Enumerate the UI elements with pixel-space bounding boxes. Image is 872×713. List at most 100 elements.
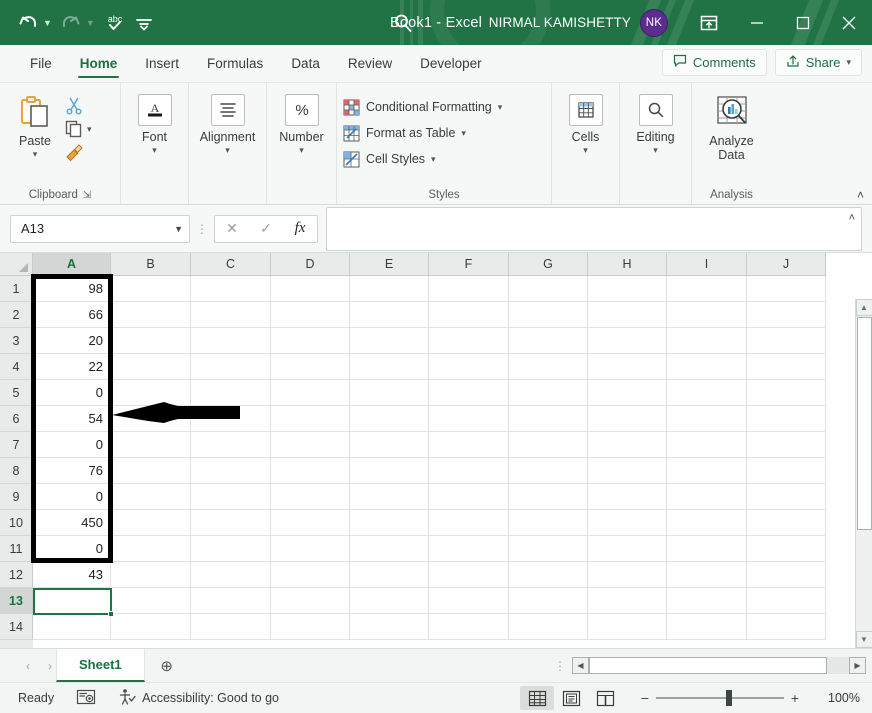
cell-e6[interactable] bbox=[350, 406, 429, 432]
cell-a12[interactable]: 43 bbox=[33, 562, 111, 588]
cell-f9[interactable] bbox=[429, 484, 509, 510]
row-header-8[interactable]: 8 bbox=[0, 458, 33, 484]
row-header-3[interactable]: 3 bbox=[0, 328, 33, 354]
cell-f7[interactable] bbox=[429, 432, 509, 458]
cell-d2[interactable] bbox=[271, 302, 350, 328]
cell-i7[interactable] bbox=[667, 432, 747, 458]
cell-b14[interactable] bbox=[111, 614, 191, 640]
chevron-down-icon[interactable]: ▼ bbox=[174, 224, 183, 234]
format-painter-button[interactable] bbox=[64, 142, 92, 164]
cell-i4[interactable] bbox=[667, 354, 747, 380]
cell-i10[interactable] bbox=[667, 510, 747, 536]
cell-h8[interactable] bbox=[588, 458, 667, 484]
cell-g13[interactable] bbox=[509, 588, 588, 614]
avatar[interactable]: NK bbox=[640, 8, 668, 37]
cell-a5[interactable]: 0 bbox=[33, 380, 111, 406]
cell-f4[interactable] bbox=[429, 354, 509, 380]
tab-review[interactable]: Review bbox=[334, 45, 406, 82]
select-all-button[interactable] bbox=[0, 253, 33, 276]
cell-a14[interactable] bbox=[33, 614, 111, 640]
cell-b12[interactable] bbox=[111, 562, 191, 588]
column-header-g[interactable]: G bbox=[509, 253, 588, 276]
cell-b4[interactable] bbox=[111, 354, 191, 380]
minimize-button[interactable] bbox=[734, 0, 780, 45]
cell-d13[interactable] bbox=[271, 588, 350, 614]
cell-a9[interactable]: 0 bbox=[33, 484, 111, 510]
cell-b8[interactable] bbox=[111, 458, 191, 484]
cell-g4[interactable] bbox=[509, 354, 588, 380]
cell-c10[interactable] bbox=[191, 510, 271, 536]
tab-formulas[interactable]: Formulas bbox=[193, 45, 277, 82]
cell-i12[interactable] bbox=[667, 562, 747, 588]
zoom-slider-thumb[interactable] bbox=[726, 690, 732, 706]
cell-j4[interactable] bbox=[747, 354, 826, 380]
copy-button[interactable]: ▾ bbox=[64, 118, 92, 140]
row-header-4[interactable]: 4 bbox=[0, 354, 33, 380]
ribbon-display-options-icon[interactable] bbox=[684, 0, 734, 45]
column-header-i[interactable]: I bbox=[667, 253, 747, 276]
number-button[interactable]: % Number ▾ bbox=[273, 90, 330, 155]
cell-g3[interactable] bbox=[509, 328, 588, 354]
cell-f3[interactable] bbox=[429, 328, 509, 354]
cell-i14[interactable] bbox=[667, 614, 747, 640]
cell-e8[interactable] bbox=[350, 458, 429, 484]
cell-a13[interactable] bbox=[33, 588, 111, 614]
next-sheet-button[interactable]: › bbox=[48, 659, 52, 673]
cell-h2[interactable] bbox=[588, 302, 667, 328]
cell-b5[interactable] bbox=[111, 380, 191, 406]
column-header-e[interactable]: E bbox=[350, 253, 429, 276]
cell-d8[interactable] bbox=[271, 458, 350, 484]
cell-h6[interactable] bbox=[588, 406, 667, 432]
cut-button[interactable] bbox=[64, 94, 92, 116]
cell-g10[interactable] bbox=[509, 510, 588, 536]
column-header-f[interactable]: F bbox=[429, 253, 509, 276]
cell-a11[interactable]: 0 bbox=[33, 536, 111, 562]
cell-i2[interactable] bbox=[667, 302, 747, 328]
cell-a2[interactable]: 66 bbox=[33, 302, 111, 328]
row-header-9[interactable]: 9 bbox=[0, 484, 33, 510]
cell-a8[interactable]: 76 bbox=[33, 458, 111, 484]
enter-formula-button[interactable]: ✓ bbox=[249, 216, 283, 242]
scroll-left-button[interactable]: ◀ bbox=[572, 657, 589, 674]
chevron-down-icon[interactable]: ▾ bbox=[33, 149, 38, 159]
cells-button[interactable]: Cells ▾ bbox=[558, 90, 613, 155]
tab-developer[interactable]: Developer bbox=[406, 45, 496, 82]
cell-c2[interactable] bbox=[191, 302, 271, 328]
cell-j14[interactable] bbox=[747, 614, 826, 640]
cell-e14[interactable] bbox=[350, 614, 429, 640]
previous-sheet-button[interactable]: ‹ bbox=[26, 659, 30, 673]
analyze-data-button[interactable]: Analyze Data bbox=[698, 90, 765, 162]
chevron-down-icon[interactable]: ▾ bbox=[87, 124, 92, 135]
cell-c5[interactable] bbox=[191, 380, 271, 406]
search-icon[interactable] bbox=[388, 8, 418, 38]
cell-e4[interactable] bbox=[350, 354, 429, 380]
cell-e13[interactable] bbox=[350, 588, 429, 614]
cell-b1[interactable] bbox=[111, 276, 191, 302]
chevron-down-icon[interactable]: ▾ bbox=[498, 102, 503, 113]
cell-d14[interactable] bbox=[271, 614, 350, 640]
chevron-down-icon[interactable]: ▾ bbox=[461, 128, 466, 139]
cell-f14[interactable] bbox=[429, 614, 509, 640]
cell-b13[interactable] bbox=[111, 588, 191, 614]
cell-i1[interactable] bbox=[667, 276, 747, 302]
alignment-button[interactable]: Alignment ▾ bbox=[195, 90, 260, 155]
font-button[interactable]: A Font ▾ bbox=[127, 90, 182, 155]
cell-j7[interactable] bbox=[747, 432, 826, 458]
column-header-j[interactable]: J bbox=[747, 253, 826, 276]
row-header-13[interactable]: 13 bbox=[0, 588, 33, 614]
cell-d6[interactable] bbox=[271, 406, 350, 432]
cell-i13[interactable] bbox=[667, 588, 747, 614]
cell-styles-button[interactable]: Cell Styles ▾ bbox=[343, 147, 502, 171]
redo-dropdown-caret[interactable]: ▼ bbox=[85, 8, 100, 38]
cell-g1[interactable] bbox=[509, 276, 588, 302]
cell-j5[interactable] bbox=[747, 380, 826, 406]
chevron-down-icon[interactable]: ▾ bbox=[653, 145, 658, 155]
cell-h13[interactable] bbox=[588, 588, 667, 614]
cell-f8[interactable] bbox=[429, 458, 509, 484]
share-button[interactable]: Share ▾ bbox=[774, 49, 862, 76]
tab-data[interactable]: Data bbox=[277, 45, 334, 82]
vertical-scrollbar-thumb[interactable] bbox=[856, 317, 872, 530]
column-header-d[interactable]: D bbox=[271, 253, 350, 276]
row-header-10[interactable]: 10 bbox=[0, 510, 33, 536]
spelling-icon[interactable]: abc bbox=[100, 8, 130, 38]
